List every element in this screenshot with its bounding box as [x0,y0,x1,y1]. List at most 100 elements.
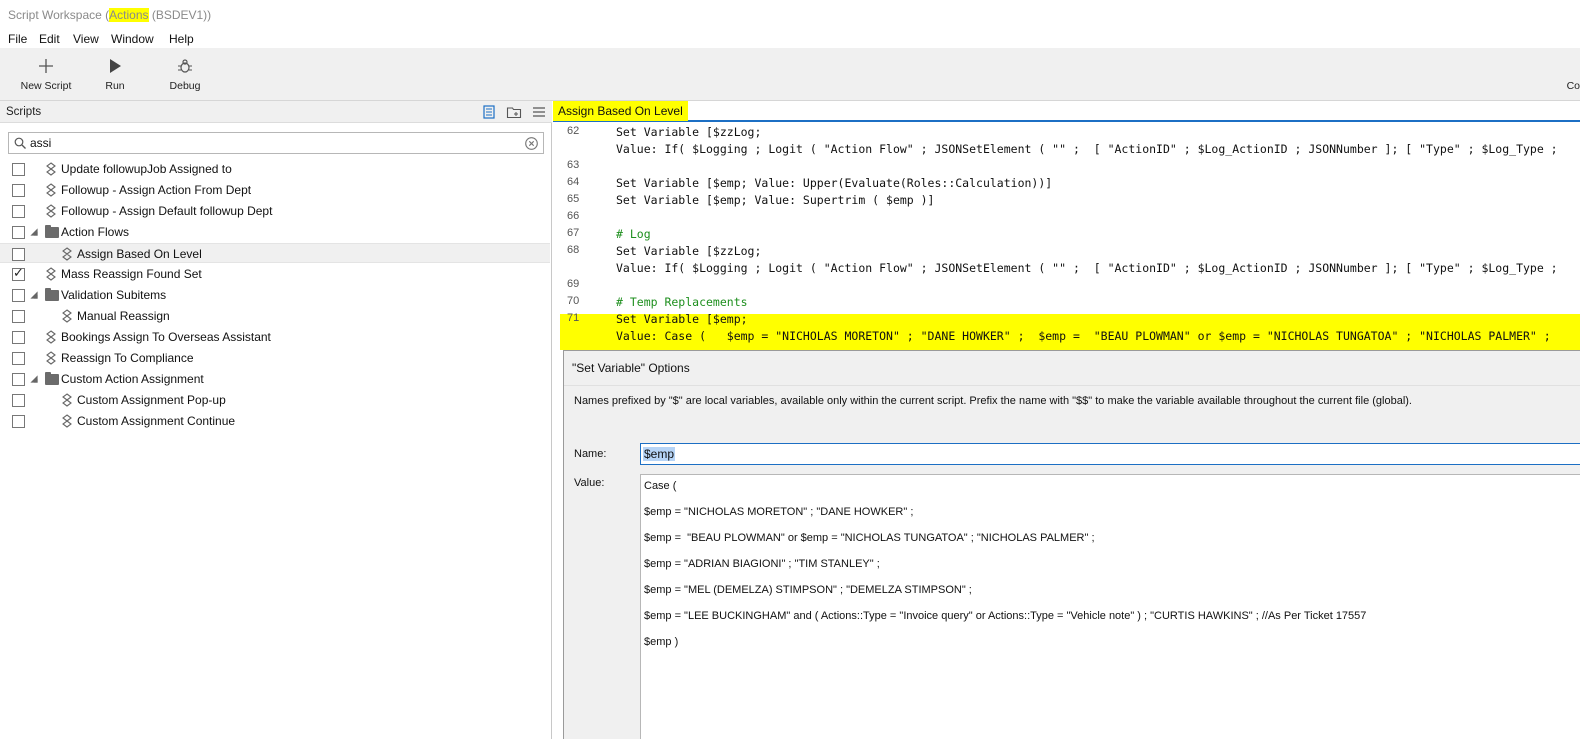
new-folder-icon[interactable] [506,104,522,120]
run-label: Run [105,80,125,92]
script-icon [62,309,72,323]
script-checkbox[interactable] [12,394,25,407]
value-label: Value: [574,477,605,489]
run-button[interactable]: Run [98,48,132,101]
code-line[interactable]: 65 Set Variable [$emp; Value: Supertrim (… [553,192,1580,209]
script-icon [62,393,72,407]
value-line: $emp = "NICHOLAS MORETON" ; "DANE HOWKER… [644,506,914,518]
play-icon [105,58,125,76]
new-script-label: New Script [20,80,72,92]
script-icon [46,330,56,344]
script-icon [46,183,56,197]
code-line[interactable]: 70 # Temp Replacements [553,294,1580,311]
debug-button[interactable]: Debug [165,48,205,101]
script-checkbox[interactable] [12,373,25,386]
script-icon [46,204,56,218]
code-line[interactable]: 63 [553,158,1580,175]
script-checkbox[interactable] [12,226,25,239]
folder-item[interactable]: Custom Action Assignment [0,369,550,389]
menu-help[interactable]: Help [169,32,194,46]
code-line[interactable]: 68 Set Variable [$zzLog; [553,243,1580,260]
title-bar: Script Workspace (Actions (BSDEV1)) [0,0,1580,28]
scripts-pane-header: Scripts [0,101,552,123]
menu-file[interactable]: File [8,32,27,46]
list-menu-icon[interactable] [531,104,547,120]
plus-icon [36,58,56,76]
tab-assign-based-on-level[interactable]: Assign Based On Level [553,101,688,121]
script-checkbox-checked[interactable] [12,266,25,281]
expand-triangle-icon[interactable] [30,228,38,236]
editor-tab-bar: Assign Based On Level [553,101,1580,122]
script-icon [62,414,72,428]
code-line[interactable]: 71 Set Variable [$emp; [553,311,1580,328]
script-code-area[interactable]: 62 Set Variable [$zzLog; Value: If( $Logg… [553,124,1580,350]
expand-triangle-icon[interactable] [30,375,38,383]
script-label: Manual Reassign [77,309,170,323]
list-item[interactable]: Custom Assignment Continue [0,411,550,431]
folder-label: Validation Subitems [61,288,167,302]
new-script-button[interactable]: New Script [18,48,74,101]
code-line[interactable]: 64 Set Variable [$emp; Value: Upper(Evalu… [553,175,1580,192]
code-line[interactable]: 62 Set Variable [$zzLog; [553,124,1580,141]
code-line[interactable]: Value: If( $Logging ; Logit ( "Action Fl… [553,141,1580,158]
toolbar-cut-label[interactable]: Co [1567,80,1580,92]
folder-label: Custom Action Assignment [61,372,204,386]
script-checkbox[interactable] [12,310,25,323]
script-checkbox[interactable] [12,248,25,261]
value-line: $emp = "ADRIAN BIAGIONI" ; "TIM STANLEY"… [644,558,880,570]
code-line[interactable]: Value: Case ( $emp = "NICHOLAS MORETON" … [553,328,1580,345]
code-line[interactable]: Value: If( $Logging ; Logit ( "Action Fl… [553,260,1580,277]
script-checkbox[interactable] [12,415,25,428]
window-title-file: Actions [109,8,149,22]
script-label: Custom Assignment Pop-up [77,393,226,407]
folder-item[interactable]: Validation Subitems [0,285,550,305]
list-item[interactable]: Manual Reassign [0,306,550,326]
code-line[interactable]: 66 [553,209,1580,226]
script-icon [46,162,56,176]
script-checkbox[interactable] [12,184,25,197]
new-script-doc-icon[interactable] [481,104,497,120]
dialog-title: "Set Variable" Options [572,361,690,375]
folder-item[interactable]: Action Flows [0,222,550,242]
dialog-divider [564,385,1580,386]
script-icon [62,247,72,261]
script-checkbox[interactable] [12,163,25,176]
script-label: Custom Assignment Continue [77,414,236,428]
script-checkbox[interactable] [12,205,25,218]
menu-view[interactable]: View [73,32,99,46]
scripts-pane: Scripts assi Update followupJob Assigned… [0,101,552,739]
window-title: Script Workspace (Actions (BSDEV1)) [8,8,212,22]
script-checkbox[interactable] [12,331,25,344]
list-item[interactable]: Reassign To Compliance [0,348,550,368]
expand-triangle-icon[interactable] [30,291,38,299]
script-checkbox[interactable] [12,352,25,365]
variable-value-textarea[interactable]: Case ( $emp = "NICHOLAS MORETON" ; "DANE… [640,474,1580,739]
script-checkbox[interactable] [12,289,25,302]
value-line: $emp = "MEL (DEMELZA) STIMPSON" ; "DEMEL… [644,584,972,596]
value-line: Case ( [644,480,677,492]
script-label: Update followupJob Assigned to [61,162,232,176]
search-icon [14,137,26,149]
clear-search-icon[interactable] [525,137,538,150]
value-line: $emp = "BEAU PLOWMAN" or $emp = "NICHOLA… [644,532,1095,544]
bug-icon [175,58,195,76]
toolbar: New Script Run Debug Co [0,48,1580,101]
list-item[interactable]: Followup - Assign Action From Dept [0,180,550,200]
list-item-selected[interactable]: Assign Based On Level [0,243,550,263]
list-item[interactable]: Custom Assignment Pop-up [0,390,550,410]
variable-name-input[interactable]: $emp [640,443,1580,465]
list-item[interactable]: Mass Reassign Found Set [0,264,550,284]
code-line[interactable]: 69 [553,277,1580,294]
list-item[interactable]: Bookings Assign To Overseas Assistant [0,327,550,347]
menu-window[interactable]: Window [111,32,154,46]
list-item[interactable]: Followup - Assign Default followup Dept [0,201,550,221]
set-variable-options-dialog: "Set Variable" Options Names prefixed by… [563,350,1580,739]
code-line[interactable]: 67 # Log [553,226,1580,243]
scripts-pane-title: Scripts [6,106,42,118]
value-line: $emp ) [644,636,679,648]
script-search-input[interactable]: assi [8,132,544,154]
script-label: Reassign To Compliance [61,351,194,365]
list-item[interactable]: Update followupJob Assigned to [0,159,550,179]
script-search-value: assi [30,136,52,150]
menu-edit[interactable]: Edit [39,32,60,46]
